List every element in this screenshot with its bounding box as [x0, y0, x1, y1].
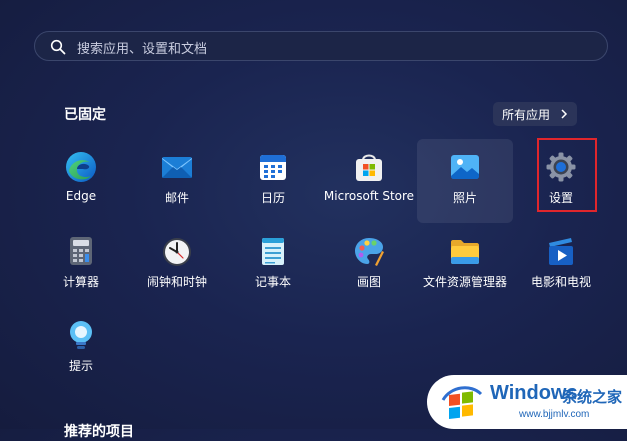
app-label: 邮件	[164, 191, 189, 205]
recommended-section-title: 推荐的项目	[64, 424, 134, 440]
search-icon	[50, 39, 66, 55]
app-tile-notepad[interactable]: 记事本	[225, 223, 321, 307]
app-tile-paint[interactable]: 画图	[321, 223, 417, 307]
paint-palette-icon	[355, 238, 384, 266]
app-label: Edge	[65, 189, 97, 203]
app-tile-edge[interactable]: Edge	[33, 139, 129, 223]
app-tile-calculator[interactable]: 计算器	[33, 223, 129, 307]
app-tile-alarms-clock[interactable]: 闹钟和时钟	[129, 223, 225, 307]
calculator-icon	[70, 237, 92, 265]
all-apps-button[interactable]: 所有应用	[493, 102, 577, 126]
app-label: 电影和电视	[530, 275, 591, 289]
chevron-right-icon	[561, 109, 568, 119]
folder-icon	[451, 240, 479, 264]
app-tile-mail[interactable]: 邮件	[129, 139, 225, 223]
app-tile-calendar[interactable]: 日历	[225, 139, 321, 223]
search-box[interactable]: 搜索应用、设置和文档	[34, 31, 608, 61]
all-apps-label: 所有应用	[502, 107, 551, 122]
movies-tv-icon	[549, 238, 573, 265]
app-label: 照片	[452, 191, 477, 205]
clock-icon	[163, 238, 191, 266]
app-label: Microsoft Store	[323, 189, 415, 203]
app-label: 闹钟和时钟	[146, 275, 207, 289]
watermark-url: www.bjjmlv.com	[519, 409, 590, 420]
app-tile-photos[interactable]: 照片	[417, 139, 513, 223]
windows-logo-icon	[441, 386, 483, 419]
app-tile-microsoft-store[interactable]: Microsoft Store	[321, 139, 417, 223]
mail-icon	[162, 157, 192, 178]
search-placeholder: 搜索应用、设置和文档	[77, 42, 208, 57]
app-tile-movies-tv[interactable]: 电影和电视	[513, 223, 609, 307]
app-label: 日历	[260, 191, 285, 205]
app-label: 计算器	[62, 275, 99, 289]
app-tile-file-explorer[interactable]: 文件资源管理器	[417, 223, 513, 307]
site-watermark: Windows 系统之家 www.bjjmlv.com	[427, 375, 627, 429]
app-label: 文件资源管理器	[422, 275, 507, 289]
app-label: 画图	[356, 275, 381, 289]
edge-icon	[66, 152, 96, 182]
tips-lightbulb-icon	[70, 321, 92, 349]
settings-highlight-box	[537, 138, 597, 212]
pinned-section-title: 已固定	[64, 107, 106, 123]
app-tile-tips[interactable]: 提示	[33, 307, 129, 391]
store-icon	[356, 154, 382, 181]
app-label: 提示	[68, 359, 93, 373]
app-label: 记事本	[254, 275, 291, 289]
notepad-icon	[262, 238, 284, 265]
calendar-icon	[260, 155, 286, 180]
photos-icon	[451, 155, 479, 179]
watermark-brand-cn: 系统之家	[562, 388, 623, 406]
